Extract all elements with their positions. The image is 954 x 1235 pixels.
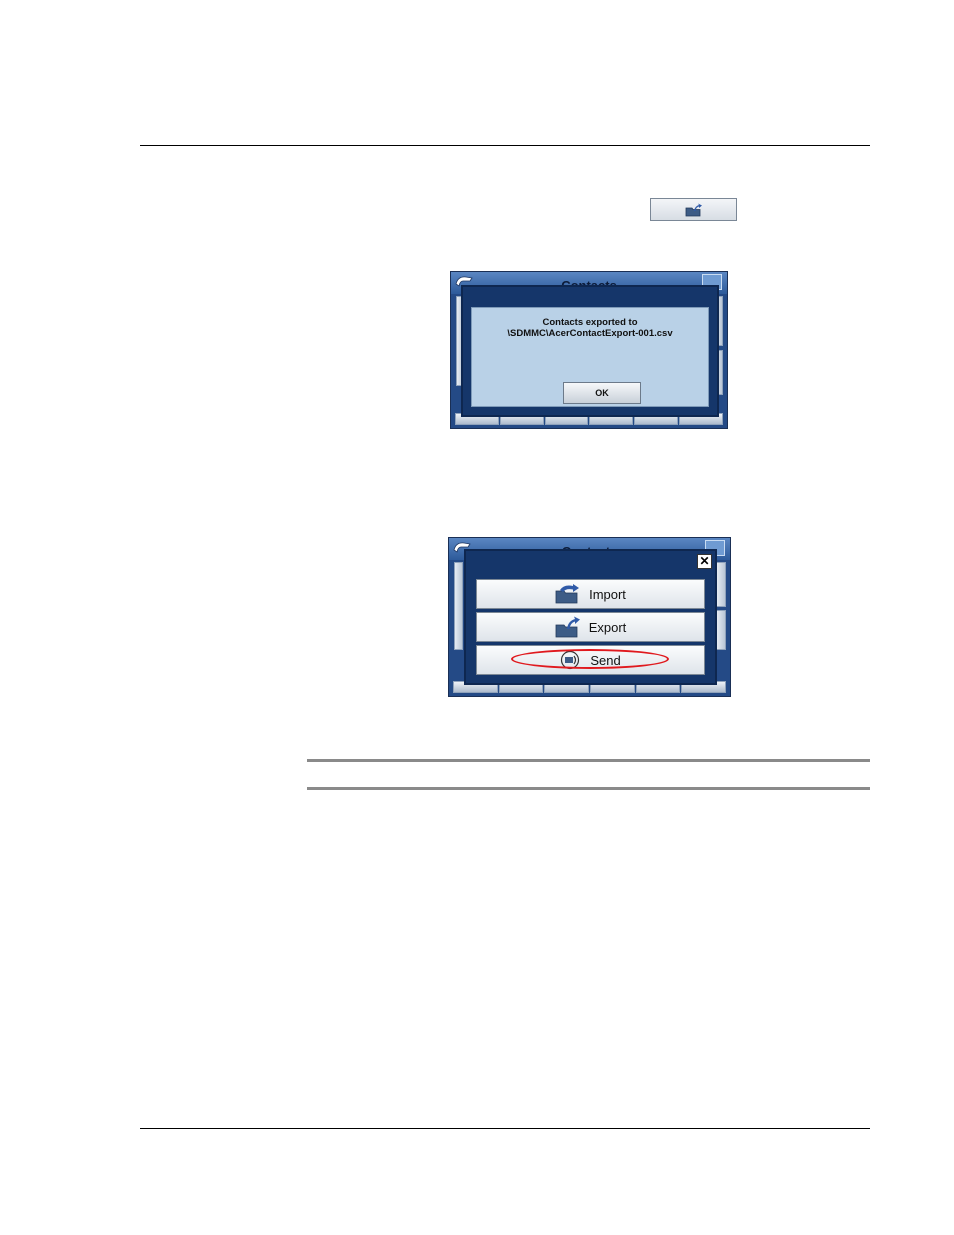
export-button[interactable]: Export bbox=[476, 612, 705, 642]
note-bottom-rule bbox=[307, 787, 870, 790]
side-tile-left bbox=[454, 562, 463, 650]
export-message: Contacts exported to \SDMMC\AcerContactE… bbox=[472, 317, 708, 339]
dialog-panel: Contacts exported to \SDMMC\AcerContactE… bbox=[471, 307, 709, 407]
export-confirmation-screenshot: Contacts Contacts exported to \SDMMC\Ace… bbox=[450, 271, 728, 429]
side-tile-right-top bbox=[716, 562, 726, 607]
footer-rule bbox=[140, 1128, 870, 1129]
import-folder-icon bbox=[555, 584, 580, 604]
side-tile-right-bottom bbox=[716, 610, 726, 650]
send-icon bbox=[561, 650, 580, 670]
export-message-line1: Contacts exported to bbox=[542, 317, 638, 328]
import-label: Import bbox=[589, 586, 626, 602]
close-icon[interactable]: ✕ bbox=[697, 554, 712, 569]
export-result-dialog: Contacts exported to \SDMMC\AcerContactE… bbox=[461, 285, 719, 417]
ok-button[interactable]: OK bbox=[563, 382, 641, 404]
note-top-rule bbox=[307, 759, 870, 762]
header-rule bbox=[140, 145, 870, 146]
export-icon-button[interactable] bbox=[650, 198, 737, 221]
export-file-path: \SDMMC\AcerContactExport-001.csv bbox=[507, 328, 673, 339]
send-label: Send bbox=[590, 652, 621, 668]
contacts-menu-screenshot: Contacts ✕ Import Export bbox=[448, 537, 731, 697]
export-folder-icon bbox=[555, 616, 580, 638]
export-label: Export bbox=[588, 619, 627, 635]
send-button[interactable]: Send bbox=[476, 645, 705, 675]
export-folder-icon bbox=[685, 203, 702, 216]
contacts-menu-dialog: ✕ Import Export Send bbox=[464, 549, 717, 685]
import-button[interactable]: Import bbox=[476, 579, 705, 609]
